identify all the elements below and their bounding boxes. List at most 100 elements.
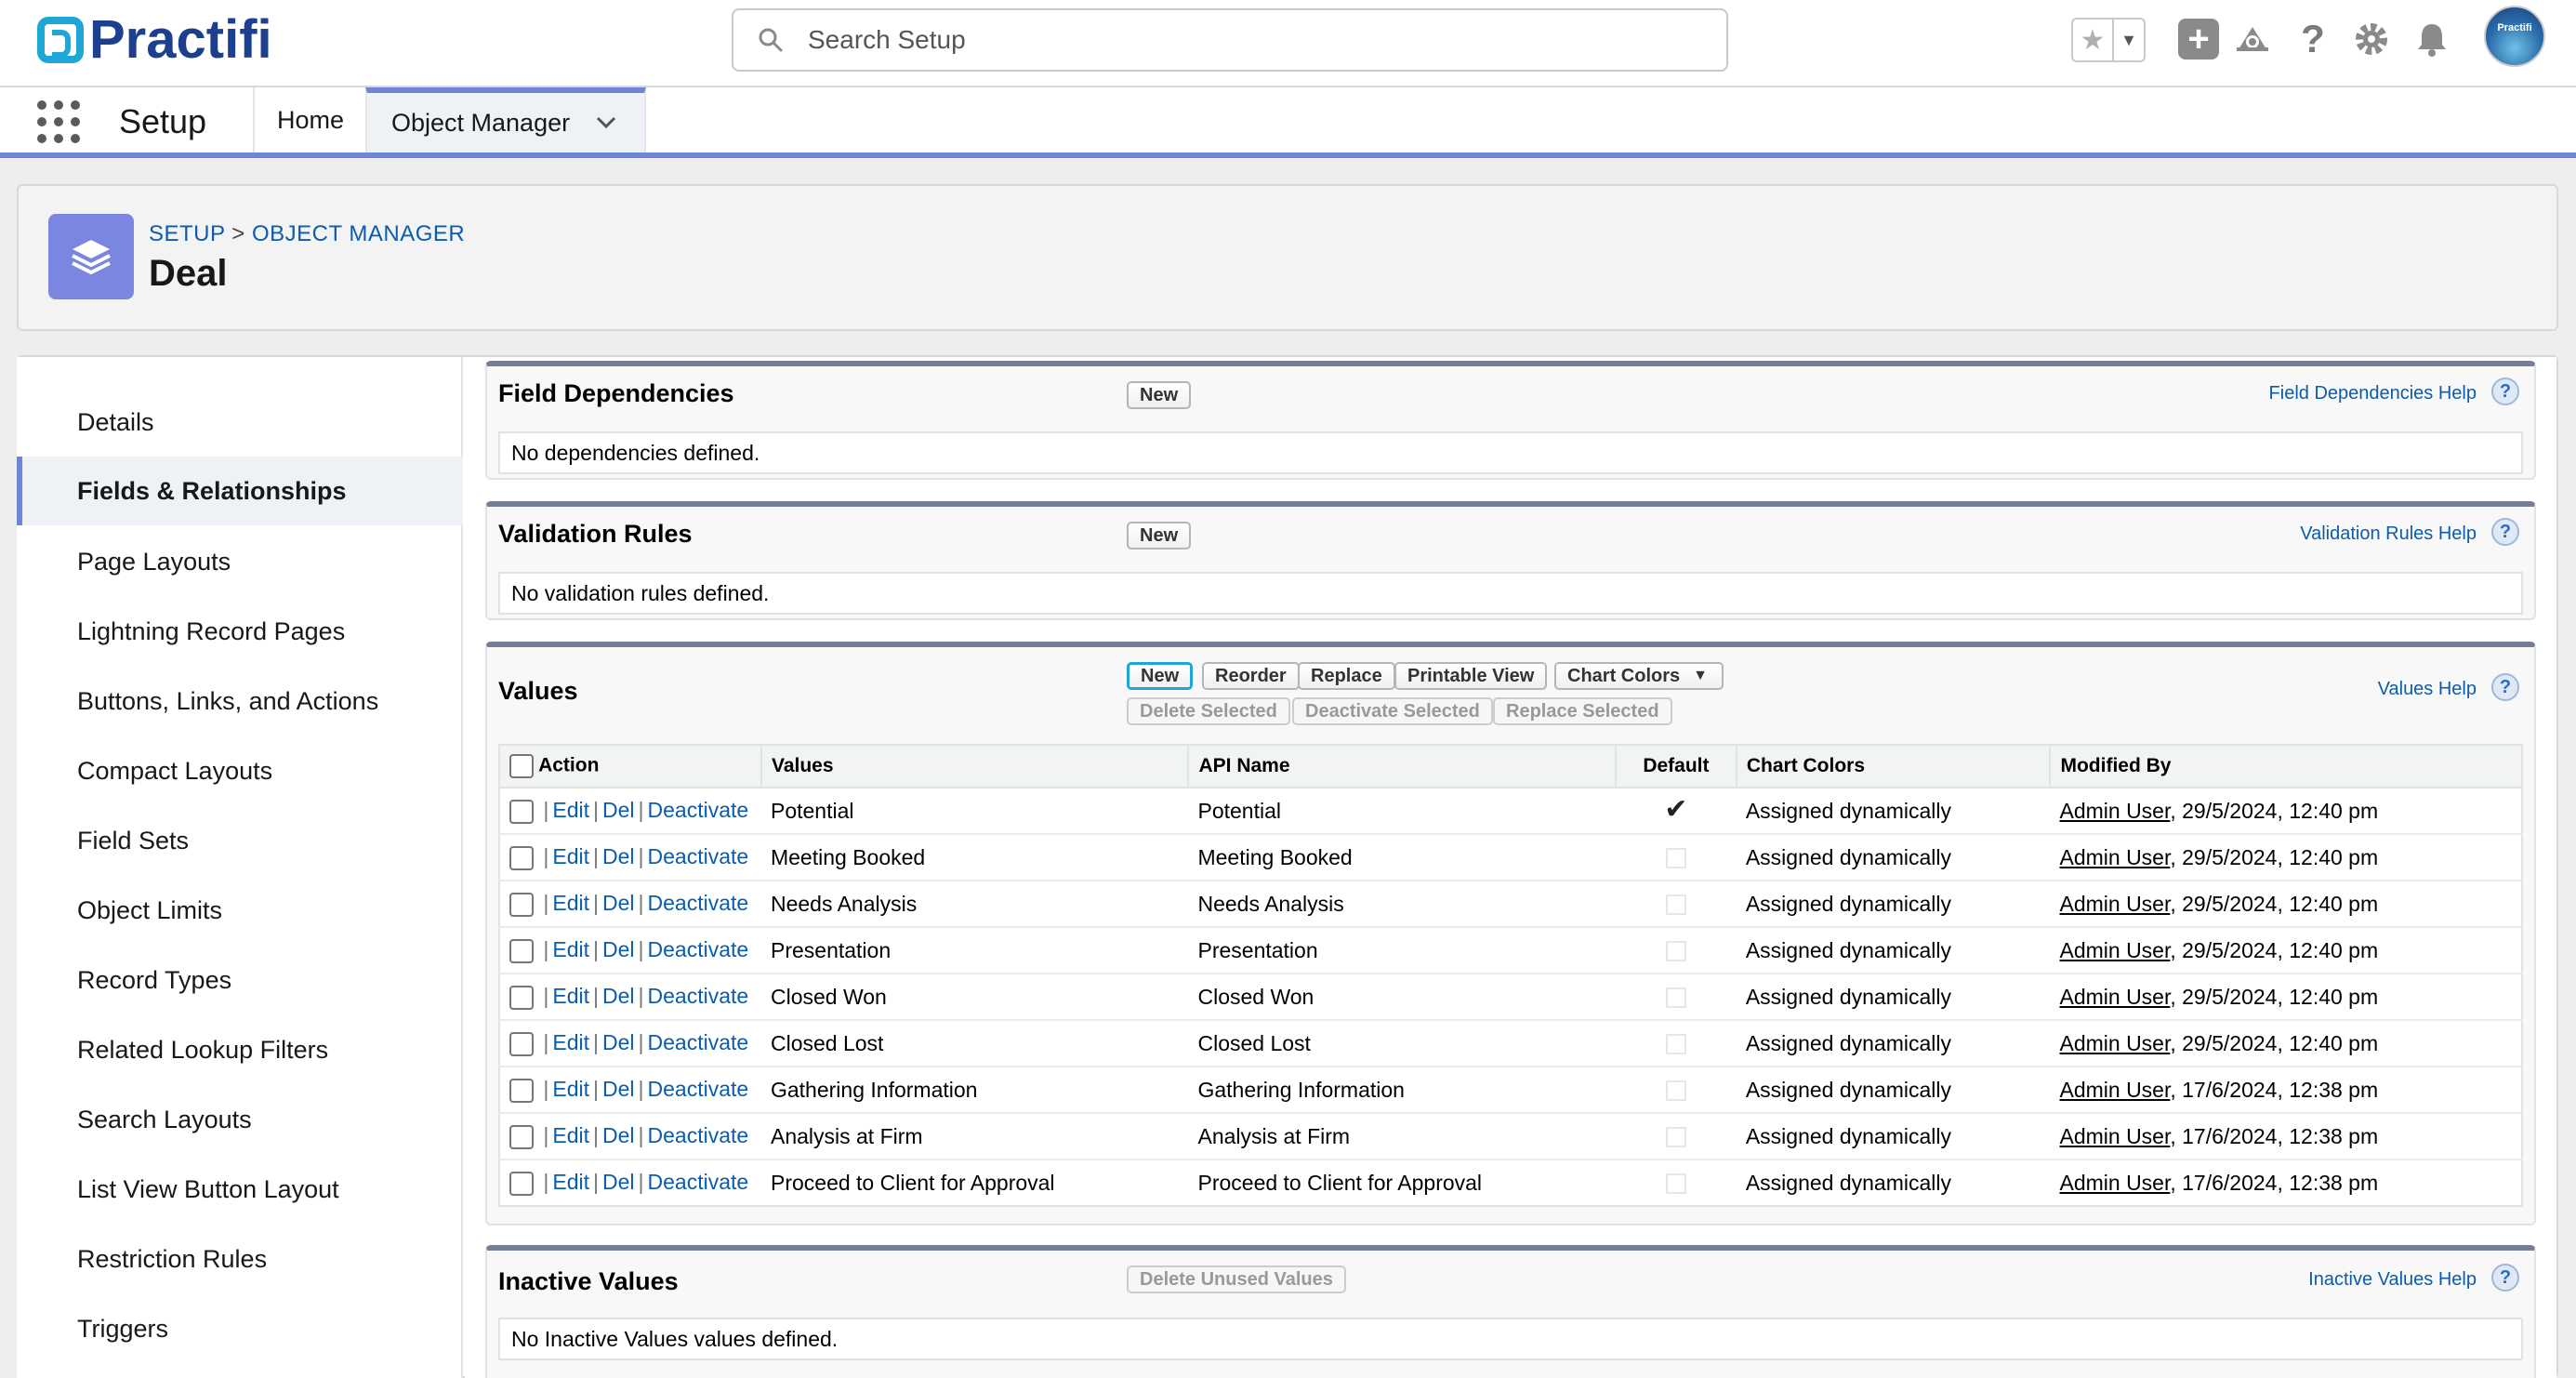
help-icon[interactable]: ? (2491, 1264, 2519, 1292)
sidebar-item-related-lookup-filters[interactable]: Related Lookup Filters (17, 1015, 463, 1084)
setup-search-box[interactable] (732, 8, 1728, 72)
row-select-checkbox[interactable] (509, 1031, 534, 1056)
modified-by-user-link[interactable]: Admin User (2059, 892, 2170, 916)
replace-button[interactable]: Replace (1298, 662, 1395, 690)
row-chart-color: Assigned dynamically (1736, 1113, 2051, 1160)
sidebar-item-restriction-rules[interactable]: Restriction Rules (17, 1225, 463, 1293)
deactivate-link[interactable]: Deactivate (648, 1077, 749, 1101)
chart-colors-dropdown[interactable]: Chart Colors ▼ (1554, 662, 1724, 690)
modified-by-user-link[interactable]: Admin User (2059, 845, 2170, 869)
breadcrumb-setup-link[interactable]: SETUP (149, 221, 225, 246)
edit-link[interactable]: Edit (552, 844, 589, 868)
deactivate-selected-button[interactable]: Deactivate Selected (1292, 697, 1493, 725)
select-all-checkbox[interactable] (509, 754, 534, 778)
deactivate-link[interactable]: Deactivate (648, 1170, 749, 1194)
edit-link[interactable]: Edit (552, 1030, 589, 1054)
gear-icon[interactable] (2351, 19, 2392, 60)
row-select-checkbox[interactable] (509, 892, 534, 917)
sidebar-item-search-layouts[interactable]: Search Layouts (17, 1085, 463, 1154)
del-link[interactable]: Del (602, 1170, 635, 1194)
del-link[interactable]: Del (602, 1123, 635, 1147)
del-link[interactable]: Del (602, 844, 635, 868)
favorites-dropdown-icon[interactable]: ▼ (2114, 20, 2144, 60)
row-value: Closed Lost (760, 1020, 1189, 1067)
del-link[interactable]: Del (602, 1077, 635, 1101)
breadcrumb-object-manager-link[interactable]: OBJECT MANAGER (252, 221, 465, 246)
help-icon[interactable]: ? (2491, 673, 2519, 701)
deactivate-link[interactable]: Deactivate (648, 984, 749, 1008)
new-validation-rule-button[interactable]: New (1127, 522, 1192, 550)
del-link[interactable]: Del (602, 984, 635, 1008)
row-chart-color: Assigned dynamically (1736, 834, 2051, 881)
row-chart-color: Assigned dynamically (1736, 788, 2051, 835)
modified-by-user-link[interactable]: Admin User (2059, 799, 2170, 823)
deactivate-link[interactable]: Deactivate (648, 891, 749, 915)
sidebar-item-lightning-record-pages[interactable]: Lightning Record Pages (17, 597, 463, 666)
modified-by-user-link[interactable]: Admin User (2059, 985, 2170, 1009)
del-link[interactable]: Del (602, 798, 635, 822)
sidebar-item-record-types[interactable]: Record Types (17, 946, 463, 1014)
deactivate-link[interactable]: Deactivate (648, 1123, 749, 1147)
deactivate-link[interactable]: Deactivate (648, 1030, 749, 1054)
help-icon[interactable]: ? (2491, 378, 2519, 405)
help-question-icon[interactable]: ? (2292, 17, 2333, 60)
edit-link[interactable]: Edit (552, 1170, 589, 1194)
row-select-checkbox[interactable] (509, 985, 534, 1010)
app-launcher-icon[interactable] (37, 100, 80, 143)
modified-by-user-link[interactable]: Admin User (2059, 1031, 2170, 1055)
new-field-dependency-button[interactable]: New (1127, 381, 1192, 409)
new-value-button[interactable]: New (1127, 662, 1194, 690)
del-link[interactable]: Del (602, 891, 635, 915)
row-select-checkbox[interactable] (509, 845, 534, 870)
row-select-checkbox[interactable] (509, 1124, 534, 1149)
edit-link[interactable]: Edit (552, 891, 589, 915)
row-select-checkbox[interactable] (509, 1078, 534, 1103)
reorder-button[interactable]: Reorder (1202, 662, 1300, 690)
del-link[interactable]: Del (602, 1030, 635, 1054)
validation-rules-help-link[interactable]: Validation Rules Help (2300, 523, 2477, 545)
edit-link[interactable]: Edit (552, 937, 589, 961)
inactive-values-help-link[interactable]: Inactive Values Help (2308, 1269, 2477, 1291)
edit-link[interactable]: Edit (552, 1123, 589, 1147)
edit-link[interactable]: Edit (552, 798, 589, 822)
sidebar-item-list-view-button-layout[interactable]: List View Button Layout (17, 1155, 463, 1224)
delete-selected-button[interactable]: Delete Selected (1127, 697, 1290, 725)
trailhead-icon[interactable] (2232, 19, 2273, 60)
replace-selected-button[interactable]: Replace Selected (1493, 697, 1672, 725)
search-input[interactable] (808, 25, 1726, 55)
user-avatar[interactable]: Practifi (2484, 6, 2545, 67)
modified-by-user-link[interactable]: Admin User (2059, 1171, 2170, 1195)
chevron-down-icon[interactable] (596, 111, 616, 135)
sidebar-item-object-limits[interactable]: Object Limits (17, 876, 463, 945)
values-help-link[interactable]: Values Help (2378, 679, 2477, 700)
printable-view-button[interactable]: Printable View (1394, 662, 1548, 690)
edit-link[interactable]: Edit (552, 1077, 589, 1101)
sidebar-item-field-sets[interactable]: Field Sets (17, 806, 463, 875)
sidebar-item-triggers[interactable]: Triggers (17, 1294, 463, 1363)
help-icon[interactable]: ? (2491, 518, 2519, 546)
notification-bell-icon[interactable] (2411, 19, 2452, 60)
deactivate-link[interactable]: Deactivate (648, 937, 749, 961)
sidebar-item-fields-relationships[interactable]: Fields & Relationships (17, 457, 463, 525)
del-link[interactable]: Del (602, 937, 635, 961)
practifi-logo[interactable]: Practifi (37, 13, 272, 67)
deactivate-link[interactable]: Deactivate (648, 844, 749, 868)
sidebar-item-details[interactable]: Details (17, 388, 463, 457)
modified-by-user-link[interactable]: Admin User (2059, 938, 2170, 962)
row-select-checkbox[interactable] (509, 1171, 534, 1196)
sidebar-item-page-layouts[interactable]: Page Layouts (17, 527, 463, 596)
tab-home[interactable]: Home (253, 87, 368, 152)
edit-link[interactable]: Edit (552, 984, 589, 1008)
global-actions-plus-icon[interactable]: + (2178, 19, 2219, 60)
favorite-star-icon[interactable]: ★ (2073, 20, 2114, 60)
sidebar-item-buttons-links-actions[interactable]: Buttons, Links, and Actions (17, 667, 463, 735)
row-select-checkbox[interactable] (509, 799, 534, 824)
deactivate-link[interactable]: Deactivate (648, 798, 749, 822)
modified-by-user-link[interactable]: Admin User (2059, 1124, 2170, 1148)
row-select-checkbox[interactable] (509, 938, 534, 963)
delete-unused-values-button[interactable]: Delete Unused Values (1127, 1265, 1346, 1293)
sidebar-item-compact-layouts[interactable]: Compact Layouts (17, 736, 463, 805)
modified-by-user-link[interactable]: Admin User (2059, 1078, 2170, 1102)
field-dependencies-help-link[interactable]: Field Dependencies Help (2269, 383, 2477, 404)
tab-object-manager[interactable]: Object Manager (365, 87, 646, 152)
